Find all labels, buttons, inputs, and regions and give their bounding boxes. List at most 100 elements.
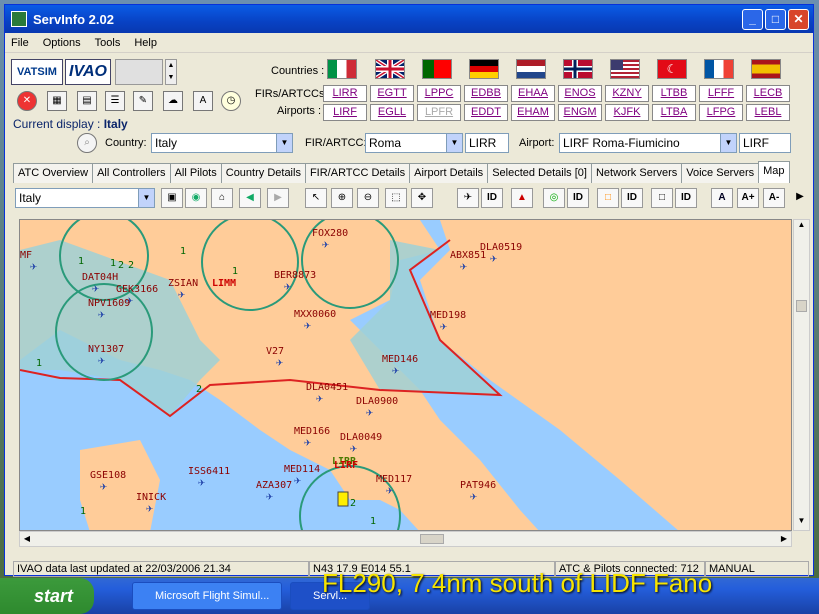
tab-fir-artcc-details[interactable]: FIR/ARTCC Details	[304, 163, 411, 183]
tab-selected-details[interactable]: Selected Details [0]	[487, 163, 592, 183]
plane-icon[interactable]: ✈	[98, 307, 105, 321]
atc-id-toggle[interactable]: ID	[567, 188, 589, 208]
plane-icon[interactable]: ✈	[30, 259, 37, 273]
map-label-med166[interactable]: MED166	[294, 426, 330, 437]
plane-icon[interactable]: ✈	[284, 279, 291, 293]
flag-turkey[interactable]: ☾	[657, 59, 687, 79]
airport-code-kjfk[interactable]: KJFK	[605, 104, 649, 121]
map-label-abx851[interactable]: ABX851	[450, 250, 486, 261]
map-label-dla0451[interactable]: DLA0451	[306, 382, 348, 393]
menu-file[interactable]: File	[11, 37, 29, 49]
font-larger-icon[interactable]: A+	[737, 188, 759, 208]
weather-icon[interactable]: ☁	[163, 91, 183, 111]
map-label-med146[interactable]: MED146	[382, 354, 418, 365]
airport-code-eddt[interactable]: EDDT	[464, 104, 508, 121]
map-region-select[interactable]: Italy ▼	[15, 188, 155, 208]
pointer-icon[interactable]: ↖	[305, 188, 327, 208]
flag-germany[interactable]	[469, 59, 499, 79]
box-id-toggle[interactable]: ID	[675, 188, 697, 208]
map-label-dla0900[interactable]: DLA0900	[356, 396, 398, 407]
horizontal-scroll-thumb[interactable]	[420, 534, 444, 544]
map-label-limm[interactable]: LIMM	[212, 278, 236, 289]
horizontal-scrollbar[interactable]: ◀ ▶	[19, 531, 792, 547]
map-label-lirf[interactable]: LIRF	[334, 460, 358, 471]
font-icon[interactable]: A	[193, 91, 213, 111]
plane-icon[interactable]: ✈	[490, 251, 497, 265]
vatsim-logo-button[interactable]: VATSIM	[11, 59, 63, 85]
map-label-med198[interactable]: MED198	[430, 310, 466, 321]
airport-code-input[interactable]: LIRF	[739, 133, 791, 153]
fir-code-egtt[interactable]: EGTT	[370, 85, 414, 102]
plane-icon[interactable]: ✈	[304, 435, 311, 449]
tab-all-pilots[interactable]: All Pilots	[169, 163, 222, 183]
plane-icon[interactable]: ✈	[178, 287, 185, 301]
plane-icon[interactable]: ✈	[392, 363, 399, 377]
book-icon[interactable]	[115, 59, 163, 85]
plane-icon[interactable]: ✈	[100, 479, 107, 493]
scroll-up-icon[interactable]: ▲	[794, 220, 809, 234]
flag-uk[interactable]	[374, 58, 406, 80]
airport-code-lpfr[interactable]: LPFR	[417, 104, 461, 121]
plane-icon[interactable]: ✈	[350, 441, 357, 455]
menu-tools[interactable]: Tools	[95, 37, 121, 49]
map-label-fox280[interactable]: FOX280	[312, 228, 348, 239]
map-label-aza307[interactable]: AZA307	[256, 480, 292, 491]
font-icon[interactable]: A	[711, 188, 733, 208]
tab-voice-servers[interactable]: Voice Servers	[681, 163, 760, 183]
map-label-pat946[interactable]: PAT946	[460, 480, 496, 491]
airport-code-engm[interactable]: ENGM	[558, 104, 602, 121]
airport-code-egll[interactable]: EGLL	[370, 104, 414, 121]
font-smaller-icon[interactable]: A-	[763, 188, 785, 208]
airport-select[interactable]: LIRF Roma-Fiumicino ▼	[559, 133, 737, 153]
minimize-button[interactable]: _	[742, 8, 763, 30]
tab-country-details[interactable]: Country Details	[220, 163, 306, 183]
flag-usa[interactable]	[610, 59, 640, 79]
map-label-npv1609[interactable]: NPV1609	[88, 298, 130, 309]
tab-map[interactable]: Map	[758, 161, 790, 183]
globe-icon[interactable]: ◉	[185, 188, 207, 208]
tab-all-controllers[interactable]: All Controllers	[92, 163, 171, 183]
flag-netherlands[interactable]	[516, 59, 546, 79]
fir-code-lecb[interactable]: LECB	[746, 85, 790, 102]
map-label-dla0049[interactable]: DLA0049	[340, 432, 382, 443]
plane-icon[interactable]: ✈	[316, 391, 323, 405]
scroll-left-icon[interactable]: ◀	[20, 532, 34, 546]
airport-id-toggle[interactable]: ID	[621, 188, 643, 208]
flag-spain[interactable]	[751, 59, 781, 79]
plane-toggle-icon[interactable]: ✈	[457, 188, 479, 208]
flag-portugal[interactable]	[422, 59, 452, 79]
vertical-scrollbar[interactable]: ▲ ▼	[793, 219, 810, 531]
airport-code-eham[interactable]: EHAM	[511, 104, 555, 121]
fir-code-lirr[interactable]: LIRR	[323, 85, 367, 102]
spinner-button[interactable]: ▲ ▼	[165, 59, 177, 85]
atc-toggle-icon[interactable]: ◎	[543, 188, 565, 208]
tab-network-servers[interactable]: Network Servers	[590, 163, 683, 183]
title-bar[interactable]: ServInfo 2.02 _ □ ✕	[5, 5, 813, 33]
magnifier-icon[interactable]: ⌕	[77, 133, 97, 153]
forward-arrow-icon[interactable]: ▶	[267, 188, 289, 208]
fir-code-lfff[interactable]: LFFF	[699, 85, 743, 102]
map-svg[interactable]: FOX280✈ DLA0519✈DAT04H✈ ZSIAN✈LIMMBER8873✈…	[20, 220, 792, 531]
plane-icon[interactable]: ✈	[266, 489, 273, 503]
flag-france[interactable]	[704, 59, 734, 79]
menu-options[interactable]: Options	[43, 37, 81, 49]
airport-toggle-icon[interactable]: □	[597, 188, 619, 208]
fir-code-kzny[interactable]: KZNY	[605, 85, 649, 102]
start-button[interactable]: start	[0, 578, 94, 614]
map-view[interactable]: FOX280 ✈ DLA0519 ✈ DAT04H ✈ ZSIAN ✈ LIMM BER8873 ✈…	[19, 219, 792, 531]
maximize-button[interactable]: □	[765, 8, 786, 30]
notepad-icon[interactable]: ▦	[47, 91, 67, 111]
plane-icon[interactable]: ✈	[322, 237, 329, 251]
close-button[interactable]: ✕	[788, 8, 809, 30]
plane-icon[interactable]: ✈	[386, 483, 393, 497]
plane-id-toggle[interactable]: ID	[481, 188, 503, 208]
tab-airport-details[interactable]: Airport Details	[409, 163, 489, 183]
stop-icon[interactable]: ✕	[17, 91, 37, 111]
taskbar-item-flight-sim[interactable]: Microsoft Flight Simul...	[132, 582, 282, 610]
ivao-logo-button[interactable]: IVAO	[65, 59, 111, 85]
map-label-gse108[interactable]: GSE108	[90, 470, 126, 481]
map-label-med114[interactable]: MED114	[284, 464, 320, 475]
zoom-out-icon[interactable]: ⊖	[357, 188, 379, 208]
grid-icon[interactable]: ▤	[77, 91, 97, 111]
plane-icon[interactable]: ✈	[92, 281, 99, 295]
